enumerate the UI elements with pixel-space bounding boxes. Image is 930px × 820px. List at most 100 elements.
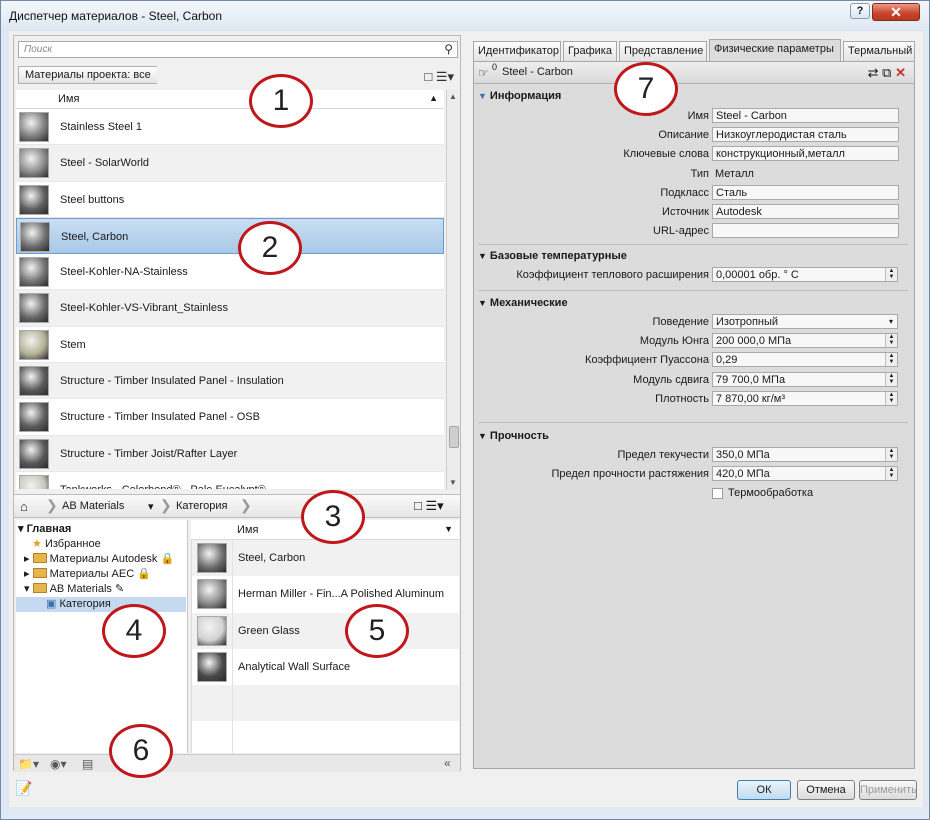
library-label: Steel, Carbon [238, 552, 306, 564]
library-column-name[interactable]: Имя [237, 524, 258, 536]
tree-favorites[interactable]: ★ Избранное [32, 537, 101, 552]
field-description[interactable]: Низкоуглеродистая сталь [712, 127, 899, 142]
scroll-down-icon[interactable]: ▼ [449, 478, 457, 487]
material-row[interactable]: Structure - Timber Joist/Rafter Layer [16, 435, 444, 472]
tab-appearance[interactable]: Представление [619, 41, 707, 61]
field-density[interactable]: 7 870,00 кг/м³ ▲ ▼ [712, 391, 898, 406]
material-row[interactable]: Steel-Kohler-VS-Vibrant_Stainless [16, 290, 444, 327]
tree-autodesk-materials[interactable]: ▸ Материалы Autodesk 🔒 [24, 552, 174, 567]
breadcrumb-category[interactable]: Категория [176, 500, 227, 512]
cancel-button[interactable]: Отмена [797, 780, 855, 800]
material-swatch [19, 257, 49, 288]
library-row[interactable]: Steel, Carbon [192, 540, 459, 577]
library-row[interactable]: Analytical Wall Surface [192, 648, 459, 686]
replace-asset-icon[interactable]: ⇄ [868, 65, 879, 80]
behavior-dropdown[interactable]: Изотропный ▾ [712, 314, 898, 329]
tree-category[interactable]: ▣ Категория [16, 597, 186, 612]
section-strength[interactable]: ▼ Прочность [478, 430, 549, 442]
field-poisson[interactable]: 0,29 ▲ ▼ [712, 352, 898, 367]
close-button[interactable]: ✕ [872, 3, 920, 21]
material-row[interactable]: Steel-Kohler-NA-Stainless [16, 254, 444, 291]
spinner-icon[interactable]: ▲ ▼ [885, 334, 897, 347]
tab-thermal[interactable]: Термальный [843, 41, 915, 61]
spinner-icon[interactable]: ▲ ▼ [885, 467, 897, 480]
collapse-icon: ▼ [478, 298, 487, 308]
material-row[interactable]: Structure - Timber Insulated Panel - Ins… [16, 363, 444, 400]
tab-physical[interactable]: Физические параметры [709, 39, 841, 62]
spinner-icon[interactable]: ▲ ▼ [885, 353, 897, 366]
duplicate-asset-icon[interactable]: ⧉ [882, 65, 891, 80]
field-source[interactable]: Autodesk [712, 204, 899, 219]
material-row[interactable]: Structure - Timber Insulated Panel - OSB [16, 399, 444, 436]
section-info[interactable]: ▼ Информация [478, 90, 561, 102]
help-button[interactable]: ? [850, 3, 870, 19]
list-view-icon[interactable]: ☰▾ [436, 69, 454, 84]
project-materials-list: Stainless Steel 1 Steel - SolarWorld Steel… [16, 109, 444, 489]
search-input[interactable]: Поиск ⚲ [18, 41, 458, 58]
label-tensile: Предел прочности растяжения [551, 468, 709, 480]
library-row[interactable]: Green Glass [192, 612, 459, 649]
field-keywords[interactable]: конструкционный,металл [712, 146, 899, 161]
material-settings-icon[interactable]: 📝 [15, 780, 32, 797]
field-subclass[interactable]: Сталь [712, 185, 899, 200]
collapse-icon: ▼ [478, 91, 487, 101]
field-tensile[interactable]: 420,0 МПа ▲ ▼ [712, 466, 898, 481]
list-header[interactable]: Имя ▲ [16, 90, 444, 109]
panel-toggle-icon[interactable]: □ [424, 69, 432, 84]
manage-library-icon[interactable]: 📁▾ [18, 757, 39, 771]
material-row[interactable]: Tankworks - Colorbond® - Pale Eucalypt® [16, 472, 444, 489]
view-options[interactable]: □ ☰▾ [424, 69, 454, 85]
material-row[interactable]: Stem [16, 327, 444, 364]
field-thermal-coef[interactable]: 0,00001 обр. ° C ▲ ▼ [712, 267, 898, 282]
tab-graphics[interactable]: Графика [563, 41, 617, 61]
chevron-down-icon[interactable]: ▾ [885, 315, 897, 328]
search-icon[interactable]: ⚲ [444, 42, 453, 56]
tree-aec-materials[interactable]: ▸ Материалы AEC 🔒 [24, 567, 151, 582]
material-row[interactable]: Steel - SolarWorld [16, 145, 444, 182]
material-row[interactable]: Stainless Steel 1 [16, 109, 444, 146]
field-url[interactable] [712, 223, 899, 238]
callout-7: 7 [614, 62, 678, 116]
field-young[interactable]: 200 000,0 МПа ▲ ▼ [712, 333, 898, 348]
asset-browser-icon[interactable]: ▤ [82, 757, 93, 771]
field-yield[interactable]: 350,0 МПа ▲ ▼ [712, 447, 898, 462]
chevron-down-icon[interactable]: ▾ [148, 500, 154, 513]
scrollbar-thumb[interactable] [449, 426, 459, 448]
tree-root[interactable]: ▾ Главная [18, 522, 71, 537]
spinner-icon[interactable]: ▲ ▼ [885, 373, 897, 386]
apply-button[interactable]: Применить [859, 780, 917, 800]
library-view-options[interactable]: □ ☰▾ [414, 498, 444, 514]
library-row[interactable]: Herman Miller - Fin...A Polished Aluminu… [192, 576, 459, 613]
collapse-icon[interactable]: « [444, 756, 451, 770]
tab-identity[interactable]: Идентификатор [473, 41, 561, 61]
field-shear[interactable]: 79 700,0 МПа ▲ ▼ [712, 372, 898, 387]
column-name[interactable]: Имя [58, 93, 79, 105]
spinner-icon[interactable]: ▲ ▼ [885, 392, 897, 405]
breadcrumb-library[interactable]: AB Materials [62, 500, 124, 512]
section-thermal-base[interactable]: ▼ Базовые температурные [478, 250, 627, 262]
project-materials-filter[interactable]: Материалы проекта: все [18, 66, 157, 84]
chevron-right-icon: ❯ [240, 497, 252, 513]
spinner-icon[interactable]: ▲ ▼ [885, 448, 897, 461]
ok-button[interactable]: ОК [737, 780, 791, 800]
section-mechanical[interactable]: ▼ Механические [478, 297, 568, 309]
material-row[interactable]: Steel buttons [16, 182, 444, 218]
library-empty-row [192, 721, 459, 758]
material-list-scrollbar[interactable]: ▲ ▼ [446, 90, 460, 490]
material-row[interactable]: Steel, Carbon [16, 217, 444, 255]
field-name[interactable]: Steel - Carbon [712, 108, 899, 123]
tree-ab-materials[interactable]: ▾ AB Materials ✎ [24, 582, 124, 597]
create-material-icon[interactable]: ◉▾ [50, 757, 67, 771]
material-label: Stem [60, 338, 86, 351]
library-toolbar: 📁▾ ◉▾ ▤ « [14, 754, 460, 772]
material-browser: Поиск ⚲ Материалы проекта: все □ ☰▾ Имя … [13, 35, 461, 772]
remove-asset-icon[interactable]: ✕ [895, 65, 906, 80]
heat-treatment-checkbox[interactable] [712, 488, 723, 499]
material-swatch [19, 184, 49, 215]
home-icon[interactable]: ⌂ [20, 499, 28, 514]
scroll-up-icon[interactable]: ▲ [449, 92, 457, 101]
filter-arrow-icon [172, 65, 185, 85]
spinner-icon[interactable]: ▲ ▼ [885, 268, 897, 281]
material-label: Stainless Steel 1 [60, 121, 142, 133]
sort-asc-icon: ▲ [429, 93, 438, 103]
